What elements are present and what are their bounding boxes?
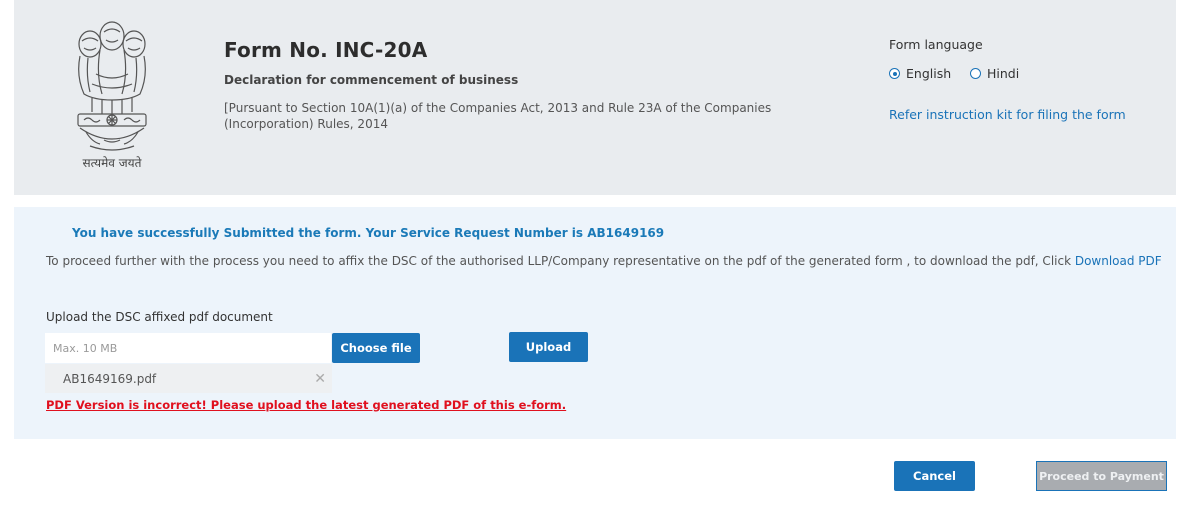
form-subtitle: Declaration for commencement of business — [224, 73, 519, 87]
upload-label: Upload the DSC affixed pdf document — [46, 310, 273, 324]
proceed-to-payment-button[interactable]: Proceed to Payment — [1036, 461, 1167, 491]
proceed-instructions: To proceed further with the process you … — [46, 254, 1162, 268]
error-message: PDF Version is incorrect! Please upload … — [46, 398, 567, 412]
upload-button[interactable]: Upload — [509, 332, 588, 362]
choose-file-button[interactable]: Choose file — [332, 333, 420, 363]
national-emblem-icon: सत्यमेव जयते — [77, 21, 147, 170]
cancel-button[interactable]: Cancel — [894, 461, 975, 491]
instruction-kit-link[interactable]: Refer instruction kit for filing the for… — [889, 107, 1126, 122]
page-title: Form No. INC-20A — [224, 38, 428, 62]
language-option-label: Hindi — [987, 66, 1020, 81]
form-language-label: Form language — [889, 37, 983, 52]
language-option-english[interactable]: English — [889, 66, 951, 81]
selected-file-name: AB1649169.pdf — [63, 371, 157, 386]
form-pursuant-text: [Pursuant to Section 10A(1)(a) of the Co… — [224, 101, 772, 131]
selected-file-chip: AB1649169.pdf ✕ — [45, 364, 332, 393]
radio-english[interactable] — [889, 68, 900, 79]
download-pdf-link[interactable]: Download PDF — [1075, 254, 1162, 268]
proceed-text: To proceed further with the process you … — [46, 254, 1075, 268]
success-message: You have successfully Submitted the form… — [72, 226, 665, 240]
submission-panel: You have successfully Submitted the form… — [14, 207, 1176, 439]
radio-hindi[interactable] — [970, 68, 981, 79]
language-option-label: English — [906, 66, 952, 81]
language-option-hindi[interactable]: Hindi — [970, 66, 1019, 81]
file-input[interactable] — [45, 333, 331, 363]
close-icon[interactable]: ✕ — [314, 371, 326, 387]
form-header: सत्यमेव जयते Form No. INC-20A Declaratio… — [14, 0, 1176, 195]
emblem-motto: सत्यमेव जयते — [83, 156, 143, 170]
